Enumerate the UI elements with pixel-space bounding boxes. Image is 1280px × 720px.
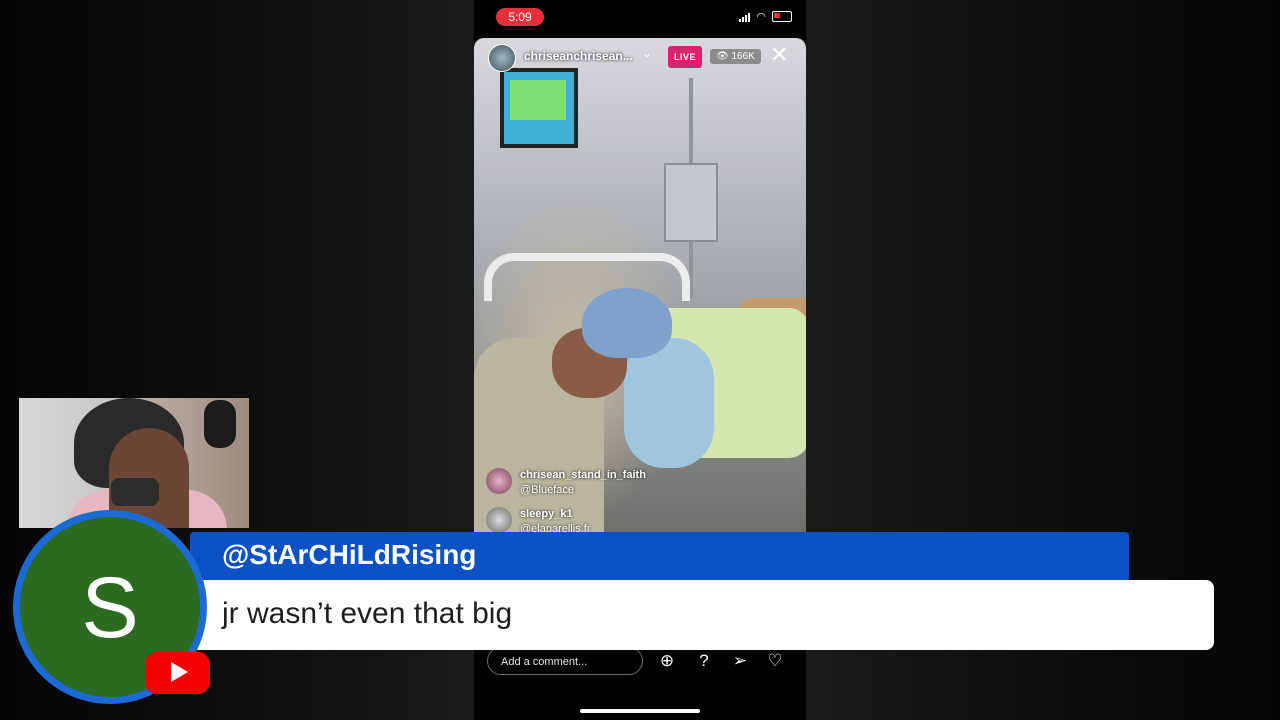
comment-input[interactable]: Add a comment... [487,647,643,675]
live-header: chriseanchrisean... ⌄ LIVE 👁 166K ✕ [474,38,806,78]
add-icon[interactable]: ⊕ [656,650,678,672]
live-comment: chrisean_stand_in_faith @Blueface [486,468,646,498]
live-comment: sleepy_k1 @elaparellis.fr [486,507,590,532]
surgical-cap [582,288,672,358]
hospital-monitor [500,68,578,148]
chevron-down-icon[interactable]: ⌄ [642,46,652,60]
heart-icon[interactable]: ♡ [764,650,786,672]
close-icon[interactable]: ✕ [770,44,788,66]
bed-rail [484,253,690,301]
wifi-icon: ◠ [756,11,766,23]
live-video: chriseanchrisean... ⌄ LIVE 👁 166K ✕ chri… [474,38,806,532]
avatar-letter: S [81,560,139,656]
comment-text: @elaparellis.fr [520,523,591,532]
microphone-icon [204,400,236,448]
status-icons: ◠ [739,10,792,23]
comment-user[interactable]: sleepy_k1 [520,508,573,520]
send-icon[interactable]: ➢ [729,650,751,672]
comment-text: @Blueface [520,484,574,496]
eye-icon: 👁 [716,51,729,62]
chat-message: jr wasn’t even that big [222,597,513,630]
webcam-mask [111,478,159,506]
chat-author: @StArCHiLdRising [222,539,477,570]
commenter-avatar[interactable] [486,468,512,494]
webcam-overlay [19,398,249,528]
signal-icon [739,12,751,22]
streamer-avatar[interactable] [488,44,516,72]
commenter-avatar[interactable] [486,507,512,532]
iv-pump [664,163,718,242]
question-icon[interactable]: ? [693,650,715,672]
live-badge: LIVE [668,46,702,68]
viewer-count[interactable]: 👁 166K [710,49,761,64]
streamer-username[interactable]: chriseanchrisean... [524,49,633,63]
comment-user[interactable]: chrisean_stand_in_faith [520,469,646,481]
status-time: 5:09 [496,8,544,26]
battery-icon [772,11,792,22]
home-indicator [580,709,700,713]
play-icon [171,662,188,682]
